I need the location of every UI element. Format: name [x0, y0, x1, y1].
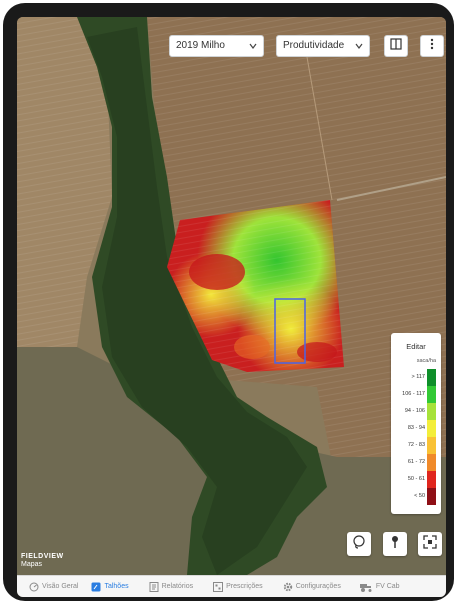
legend-swatch: [427, 386, 436, 403]
season-select-value: 2019 Milho: [176, 40, 225, 51]
gear-icon: [283, 582, 293, 592]
fieldview-logo: FIELDVIEW Mapas: [21, 553, 64, 569]
layer-select[interactable]: Produtividade: [276, 35, 370, 57]
chevron-down-icon: [355, 36, 363, 64]
tab-label: Configurações: [295, 583, 341, 590]
tab-fields[interactable]: Talhões: [91, 582, 129, 592]
expand-icon: [423, 534, 437, 554]
fieldview-wordmark: FIELDVIEW: [21, 553, 64, 560]
legend-item-label: > 117: [411, 374, 425, 380]
legend-swatch: [427, 403, 436, 420]
satellite-map[interactable]: [17, 17, 446, 575]
tractor-icon: [359, 582, 373, 592]
legend-item: 72 - 83: [391, 437, 441, 454]
legend-swatch: [427, 454, 436, 471]
legend-item: 94 - 106: [391, 403, 441, 420]
chevron-down-icon: [249, 36, 257, 64]
legend-item: > 117: [391, 369, 441, 386]
legend-item: 106 - 117: [391, 386, 441, 403]
tab-label: Relatórios: [161, 583, 194, 590]
tab-label: FV Cab: [375, 583, 400, 590]
legend-item-label: 72 - 83: [407, 442, 425, 448]
legend-swatch: [427, 369, 436, 386]
tab-label: Visão Geral: [42, 583, 79, 590]
more-options-button[interactable]: [420, 35, 444, 57]
report-icon: [149, 581, 159, 592]
legend-item: < 50: [391, 488, 441, 505]
legend-unit: saca/ha: [416, 358, 436, 364]
legend-swatch: [427, 437, 436, 454]
legend-item-label: 94 - 106: [404, 408, 425, 414]
legend-edit-link[interactable]: Editar: [391, 342, 441, 351]
lasso-icon: [352, 534, 366, 554]
fit-bounds-button[interactable]: [418, 532, 442, 556]
legend-item-label: 50 - 61: [407, 476, 425, 482]
tab-fv-cab[interactable]: FV Cab: [359, 582, 400, 592]
bottom-tab-bar: Visão Geral Talhões Relatórios Prescriçõ…: [17, 575, 446, 597]
lasso-button[interactable]: [347, 532, 371, 556]
legend-item: 83 - 94: [391, 420, 441, 437]
legend-item-label: < 50: [414, 493, 425, 499]
legend-item-label: 61 - 72: [407, 459, 425, 465]
tablet-frame: 2019 Milho Produtividade Editar saca/ha: [3, 3, 454, 601]
field-icon: [91, 582, 101, 592]
drop-pin-button[interactable]: [383, 532, 407, 556]
tab-settings[interactable]: Configurações: [283, 582, 341, 592]
legend-item: 50 - 61: [391, 471, 441, 488]
maps-attribution: Mapas: [21, 561, 43, 568]
legend-swatch: [427, 471, 436, 488]
legend-swatch: [427, 488, 436, 505]
gauge-icon: [29, 582, 39, 592]
split-view-button[interactable]: [384, 35, 408, 57]
legend-item-label: 83 - 94: [407, 425, 425, 431]
tab-prescriptions[interactable]: Prescrições: [213, 581, 263, 592]
split-view-icon: [390, 37, 402, 55]
legend-item: 61 - 72: [391, 454, 441, 471]
legend-swatch: [427, 420, 436, 437]
more-vertical-icon: [430, 37, 434, 55]
tab-overview[interactable]: Visão Geral: [29, 582, 78, 592]
tab-label: Talhões: [104, 583, 129, 590]
tab-label: Prescrições: [226, 583, 263, 590]
prescription-icon: [213, 581, 224, 592]
layer-select-value: Produtividade: [283, 40, 345, 51]
pin-icon: [390, 535, 400, 554]
legend-item-label: 106 - 117: [402, 391, 425, 397]
tab-reports[interactable]: Relatórios: [149, 581, 194, 592]
app-screen: 2019 Milho Produtividade Editar saca/ha: [17, 17, 446, 597]
season-select[interactable]: 2019 Milho: [169, 35, 264, 57]
yield-legend: Editar saca/ha > 117 106 - 117 94 - 106 …: [391, 333, 441, 514]
